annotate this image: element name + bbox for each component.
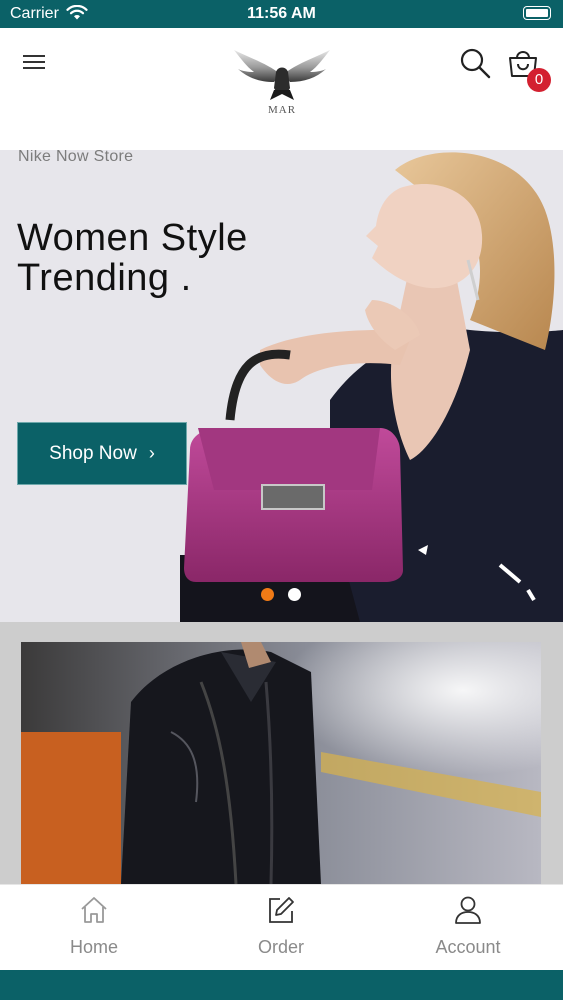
promo-card-leather-jacket[interactable] [21,642,541,884]
eagle-logo-icon [234,50,330,100]
home-icon [81,897,107,923]
shop-now-button[interactable]: Shop Now › [17,422,187,485]
cart-count-badge: 0 [527,68,551,92]
nav-account-label: Account [435,937,501,957]
carousel-dot-2[interactable] [288,588,301,601]
home-indicator-area [0,970,563,1000]
banner-title-line1: Women Style [17,217,248,259]
status-bar: Carrier 11:56 AM [0,0,563,28]
user-icon [455,896,481,924]
menu-icon[interactable] [22,52,46,72]
banner-title-line2: Trending . [17,257,192,299]
battery-icon [523,6,551,20]
nav-home[interactable]: Home [24,885,164,971]
leather-jacket-image [21,642,541,884]
brand-logo: MAR [230,44,334,120]
search-icon[interactable] [458,46,492,80]
chevron-right-icon: › [148,443,155,463]
nav-order[interactable]: Order [211,885,351,971]
nav-order-label: Order [257,937,304,957]
shop-now-label: Shop Now [49,442,137,464]
status-time: 11:56 AM [247,5,316,22]
nav-account[interactable]: Account [398,885,538,971]
banner-title: Women Style Trending . [17,218,248,298]
carousel-dot-1[interactable] [261,588,274,601]
logo-text: MAR [267,104,297,116]
app-header: MAR 0 [0,28,563,150]
bottom-navigation: Home Order Account [0,884,563,971]
carousel-indicator [0,588,563,602]
nav-home-label: Home [69,937,118,957]
hero-banner[interactable]: Nike Now Store Women Style Trending . Sh… [0,150,563,622]
banner-tag: Nike Now Store [18,150,134,165]
edit-icon [269,897,294,923]
